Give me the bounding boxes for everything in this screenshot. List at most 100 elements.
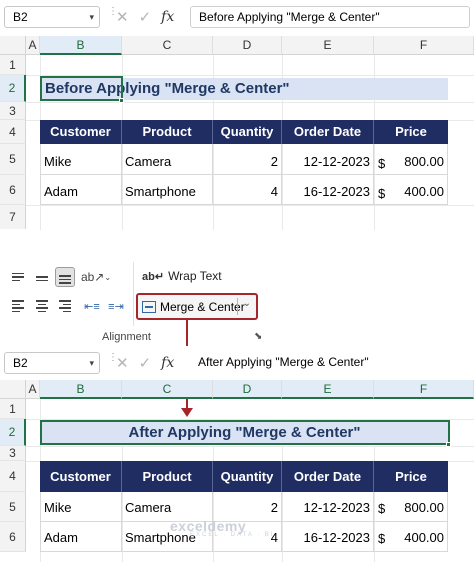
col-header-f[interactable]: F xyxy=(374,380,474,399)
center-icon[interactable] xyxy=(32,296,52,316)
header-order-date: Order Date xyxy=(282,461,374,492)
name-box[interactable]: B2 ▾ xyxy=(4,352,100,374)
col-header-d[interactable]: D xyxy=(213,380,282,399)
select-all-corner[interactable] xyxy=(0,36,26,55)
exceldemy-watermark-logo: exceldemy EXCEL · DATA · BI xyxy=(170,518,275,538)
fill-handle[interactable] xyxy=(446,442,451,447)
bottom-align-icon[interactable] xyxy=(55,267,75,287)
gridline xyxy=(26,205,474,206)
header-product: Product xyxy=(122,120,213,144)
enter-icon[interactable]: ✓ xyxy=(139,354,152,372)
middle-align-icon[interactable] xyxy=(32,267,52,287)
formula-bar-grip-icon: ⋮ xyxy=(108,6,118,17)
name-box[interactable]: B2 ▾ xyxy=(4,6,100,28)
insert-function-icon[interactable]: fx xyxy=(161,9,174,25)
row-header-2[interactable]: 2 xyxy=(0,75,26,102)
row-header-7[interactable]: 7 xyxy=(0,205,26,229)
row-header-2[interactable]: 2 xyxy=(0,419,26,446)
row-header-5[interactable]: 5 xyxy=(0,492,26,522)
merge-divider xyxy=(237,298,238,315)
row-header-4[interactable]: 4 xyxy=(0,120,26,144)
currency-symbol: $ xyxy=(378,186,386,201)
row-header-3[interactable]: 3 xyxy=(0,446,26,461)
worksheet-before: A B C D E F 1 2 3 4 5 6 7 Before Applyin… xyxy=(0,36,474,230)
watermark-tagline: EXCEL · DATA · BI xyxy=(190,532,275,538)
cell-order-date[interactable]: 16-12-2023 xyxy=(282,175,374,205)
header-quantity: Quantity xyxy=(213,120,282,144)
fill-handle[interactable] xyxy=(119,98,124,103)
formula-bar-grip-icon: ⋮ xyxy=(108,352,118,363)
col-header-b[interactable]: B xyxy=(40,380,122,399)
merge-center-label: Merge & Center xyxy=(160,299,245,314)
row-header-4[interactable]: 4 xyxy=(0,461,26,492)
chevron-down-icon[interactable]: ▾ xyxy=(89,353,94,373)
cell-product[interactable]: Smartphone xyxy=(122,175,213,205)
selected-merged-range[interactable] xyxy=(40,420,450,445)
col-header-a[interactable]: A xyxy=(26,380,40,399)
gridline xyxy=(26,446,474,447)
header-price: Price xyxy=(374,120,448,144)
cell-customer[interactable]: Adam xyxy=(40,522,122,552)
chevron-down-icon[interactable]: ⌄ xyxy=(243,298,251,309)
header-customer: Customer xyxy=(40,461,122,492)
currency-symbol: $ xyxy=(378,156,386,171)
insert-function-icon[interactable]: fx xyxy=(161,355,174,371)
merge-center-icon xyxy=(142,300,156,313)
cancel-icon[interactable]: ✕ xyxy=(116,354,129,372)
row-header-1[interactable]: 1 xyxy=(0,399,26,419)
col-header-b[interactable]: B xyxy=(40,36,122,55)
name-box-value: B2 xyxy=(13,10,28,24)
cell-order-date[interactable]: 12-12-2023 xyxy=(282,144,374,175)
formula-bar-top: B2 ▾ ⋮ ✕ ✓ fx Before Applying "Merge & C… xyxy=(0,0,474,35)
cell-customer[interactable]: Mike xyxy=(40,144,122,175)
merge-center-button[interactable]: Merge & Center ⌄ xyxy=(136,293,258,320)
chevron-down-icon[interactable]: ▾ xyxy=(89,7,94,27)
header-price: Price xyxy=(374,461,448,492)
cell-order-date[interactable]: 16-12-2023 xyxy=(282,522,374,552)
col-header-f[interactable]: F xyxy=(374,36,474,55)
ribbon-separator xyxy=(133,262,134,326)
cell-customer[interactable]: Adam xyxy=(40,175,122,205)
cell-customer[interactable]: Mike xyxy=(40,492,122,522)
top-align-icon[interactable] xyxy=(8,267,28,287)
enter-icon[interactable]: ✓ xyxy=(139,8,152,26)
selected-cell-b2[interactable] xyxy=(40,76,123,101)
header-quantity: Quantity xyxy=(213,461,282,492)
cell-quantity[interactable]: 2 xyxy=(213,144,282,175)
dialog-launcher-icon[interactable]: ⬊ xyxy=(254,331,262,342)
cell-product[interactable]: Camera xyxy=(122,144,213,175)
header-customer: Customer xyxy=(40,120,122,144)
gridline xyxy=(26,102,474,103)
col-header-c[interactable]: C xyxy=(122,380,213,399)
formula-bar-bottom: B2 ▾ ⋮ ✕ ✓ fx After Applying "Merge & Ce… xyxy=(0,346,474,381)
cell-quantity[interactable]: 4 xyxy=(213,175,282,205)
formula-input[interactable]: Before Applying "Merge & Center" xyxy=(190,6,470,28)
align-left-icon[interactable] xyxy=(8,296,28,316)
row-header-6[interactable]: 6 xyxy=(0,175,26,205)
align-right-icon[interactable] xyxy=(55,296,75,316)
orientation-icon[interactable]: ab↗ ⌄ xyxy=(81,267,111,287)
select-all-corner[interactable] xyxy=(0,380,26,399)
wrap-text-icon: ab↵ xyxy=(142,270,165,283)
row-header-1[interactable]: 1 xyxy=(0,55,26,75)
increase-indent-icon[interactable]: ≡⇥ xyxy=(106,296,126,316)
decrease-indent-icon[interactable]: ⇤≡ xyxy=(82,296,102,316)
col-header-c[interactable]: C xyxy=(122,36,213,55)
alignment-group-label: Alignment xyxy=(102,331,151,343)
header-product: Product xyxy=(122,461,213,492)
wrap-text-label: Wrap Text xyxy=(168,269,222,283)
row-header-6[interactable]: 6 xyxy=(0,522,26,552)
formula-input[interactable]: After Applying "Merge & Center" xyxy=(190,352,470,374)
currency-symbol: $ xyxy=(378,501,386,516)
cancel-icon[interactable]: ✕ xyxy=(116,8,129,26)
wrap-text-button[interactable]: ab↵ Wrap Text xyxy=(142,269,222,283)
col-header-e[interactable]: E xyxy=(282,380,374,399)
row-header-5[interactable]: 5 xyxy=(0,144,26,175)
cell-order-date[interactable]: 12-12-2023 xyxy=(282,492,374,522)
col-header-d[interactable]: D xyxy=(213,36,282,55)
name-box-value: B2 xyxy=(13,356,28,370)
row-header-3[interactable]: 3 xyxy=(0,102,26,120)
col-header-a[interactable]: A xyxy=(26,36,40,55)
header-order-date: Order Date xyxy=(282,120,374,144)
col-header-e[interactable]: E xyxy=(282,36,374,55)
